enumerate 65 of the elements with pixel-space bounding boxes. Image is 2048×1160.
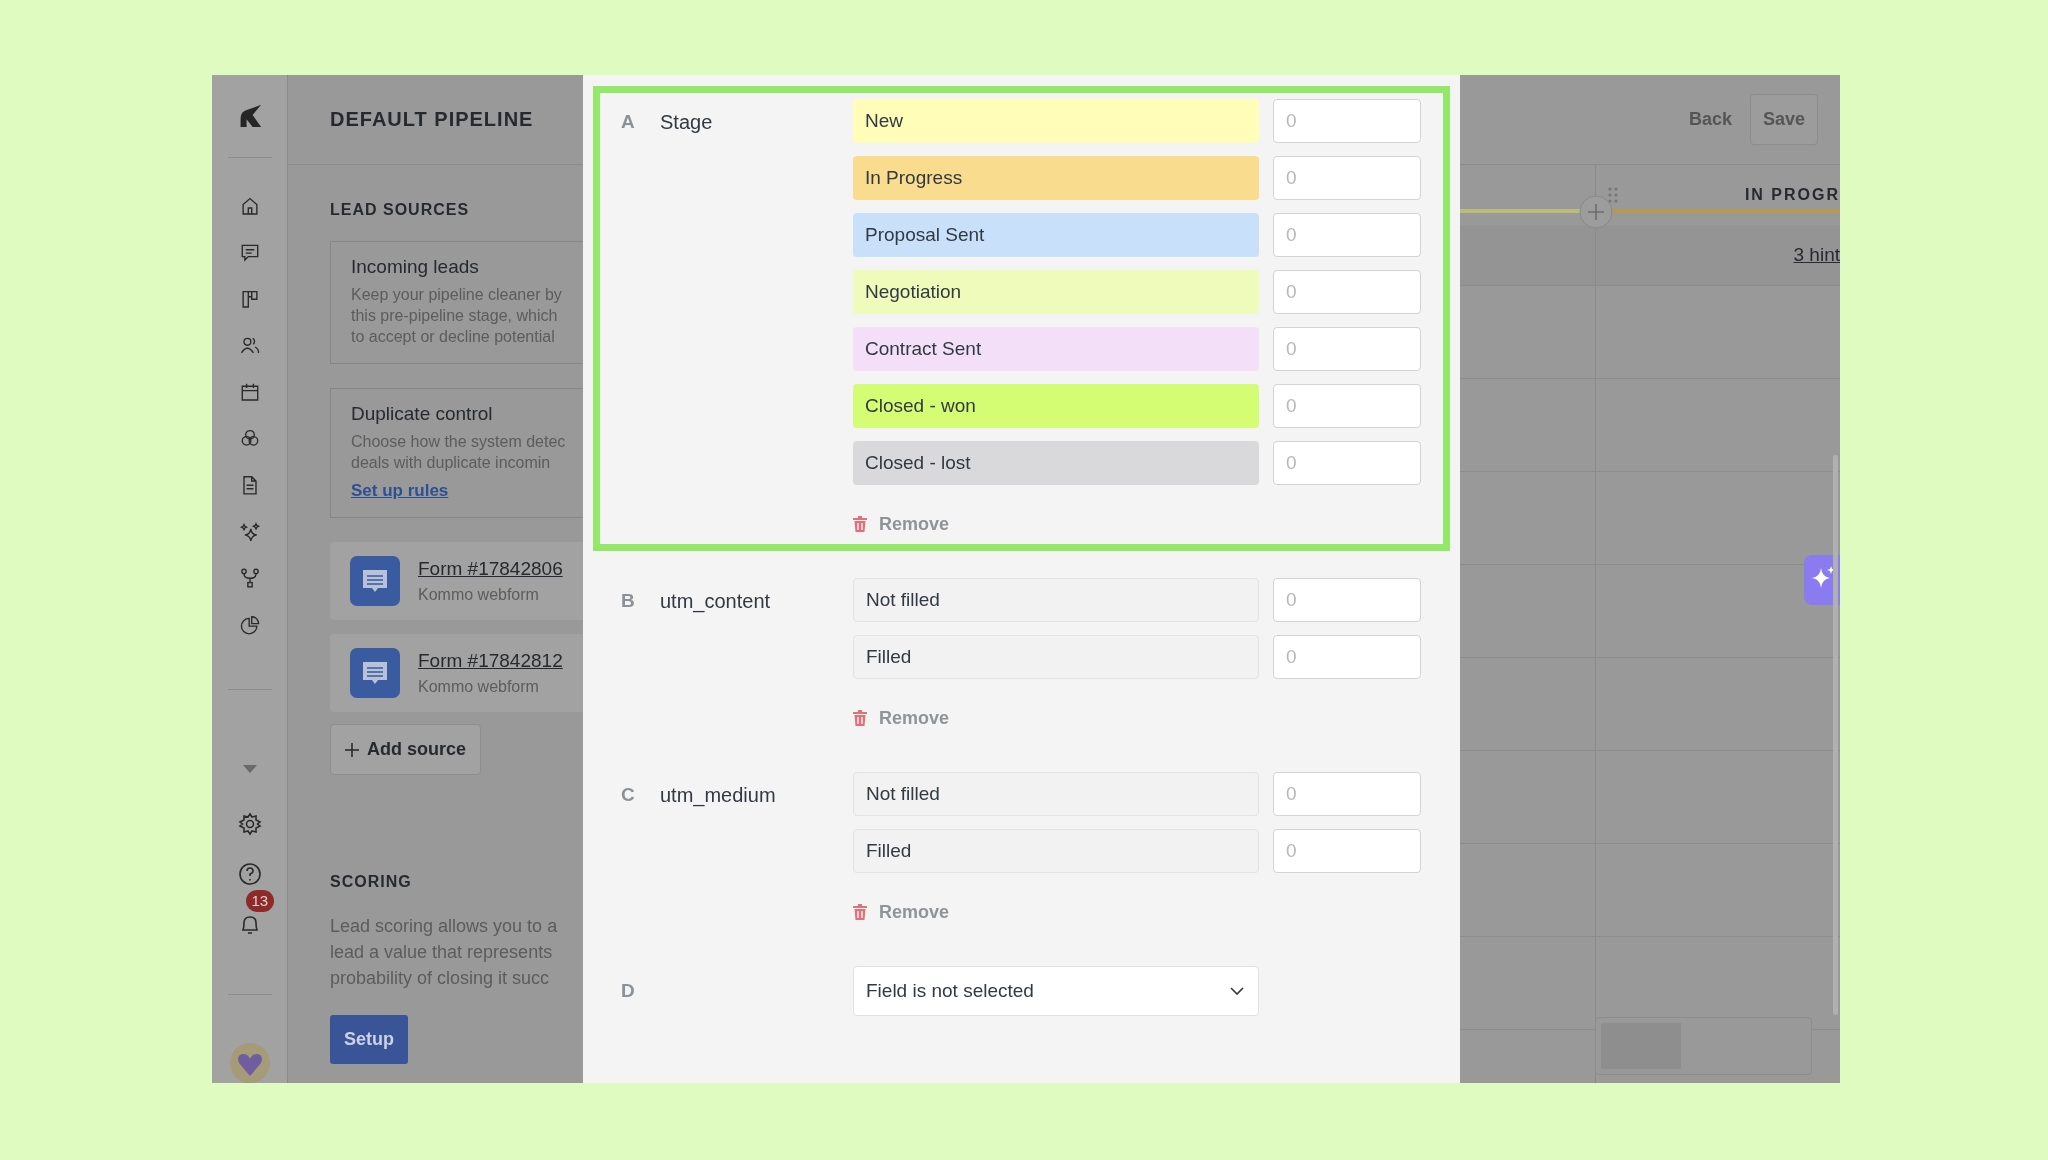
card-title: Duplicate control — [351, 403, 494, 425]
value-label: Negotiation — [853, 270, 1259, 314]
section-letter: B — [621, 589, 636, 612]
value-label: Closed - lost — [853, 441, 1259, 485]
form-link[interactable]: Form #17842806 — [418, 558, 563, 580]
card-title: Incoming leads — [351, 256, 480, 278]
pipeline-title: DEFAULT PIPELINE — [330, 108, 534, 131]
field-dropdown[interactable]: Field is not selected — [853, 966, 1259, 1016]
value-label: New — [853, 99, 1259, 143]
setup-rules-link[interactable]: Set up rules — [351, 481, 449, 501]
field-name: utm_medium — [660, 783, 777, 807]
trash-icon — [853, 516, 867, 532]
section-heading: LEAD SOURCES — [330, 201, 471, 219]
value-label: Not filled — [853, 772, 1259, 816]
form-type: Kommo webform — [418, 678, 540, 696]
value-label: Not filled — [853, 578, 1259, 622]
field-name: Stage — [660, 110, 714, 134]
trash-icon — [853, 904, 867, 920]
trash-icon — [853, 710, 867, 726]
form-link[interactable]: Form #17842812 — [418, 650, 563, 672]
score-input[interactable]: 0 — [1273, 635, 1421, 679]
score-input[interactable]: 0 — [1273, 270, 1421, 314]
plus-icon — [345, 742, 359, 757]
remove-button[interactable]: Remove — [853, 509, 950, 539]
card-description: Choose how the system detec deals with duplicate incomin — [351, 432, 567, 473]
value-label: Contract Sent — [853, 327, 1259, 371]
card-description: Keep your pipeline cleaner by this pre-pipeline stage, which to accept or decline potential — [351, 285, 563, 347]
settings-icon[interactable] — [237, 812, 262, 837]
column-title: IN PROGR — [1744, 186, 1840, 204]
section-letter: A — [621, 110, 636, 133]
score-input[interactable]: 0 — [1273, 829, 1421, 873]
save-button[interactable]: Save — [1749, 94, 1818, 145]
hints-link[interactable]: 3 hint — [1793, 244, 1840, 266]
avatar-icon[interactable] — [229, 1043, 270, 1084]
add-source-button[interactable]: Add source — [330, 724, 482, 775]
remove-button[interactable]: Remove — [853, 703, 950, 733]
scrollbar[interactable] — [1833, 455, 1838, 1015]
remove-button[interactable]: Remove — [853, 897, 950, 927]
section-heading: SCORING — [330, 873, 413, 891]
score-input[interactable]: 0 — [1273, 772, 1421, 816]
score-input[interactable]: 0 — [1273, 578, 1421, 622]
setup-button[interactable]: Setup — [330, 1015, 408, 1064]
form-chat-icon — [350, 648, 400, 698]
section-letter: D — [621, 980, 636, 1002]
score-input[interactable]: 0 — [1273, 384, 1421, 428]
scoring-description: Lead scoring allows you to a lead a value that represents probability of closing it succ — [330, 915, 559, 990]
notification-badge: 13 — [245, 890, 275, 913]
value-label: Closed - won — [853, 384, 1259, 428]
value-label: Proposal Sent — [853, 213, 1259, 257]
form-type: Kommo webform — [418, 586, 540, 604]
value-label: Filled — [853, 829, 1259, 873]
chevron-down-icon — [1230, 987, 1244, 995]
value-label: Filled — [853, 635, 1259, 679]
form-chat-icon — [350, 556, 400, 606]
score-input[interactable]: 0 — [1273, 441, 1421, 485]
score-input[interactable]: 0 — [1273, 327, 1421, 371]
section-letter: C — [621, 783, 636, 806]
drag-handle-icon[interactable] — [1608, 187, 1618, 203]
score-input[interactable]: 0 — [1273, 99, 1421, 143]
help-icon[interactable] — [237, 862, 262, 887]
score-input[interactable]: 0 — [1273, 156, 1421, 200]
value-label: In Progress — [853, 156, 1259, 200]
score-input[interactable]: 0 — [1273, 213, 1421, 257]
field-name: utm_content — [660, 589, 772, 613]
back-button[interactable]: Back — [1682, 108, 1738, 131]
